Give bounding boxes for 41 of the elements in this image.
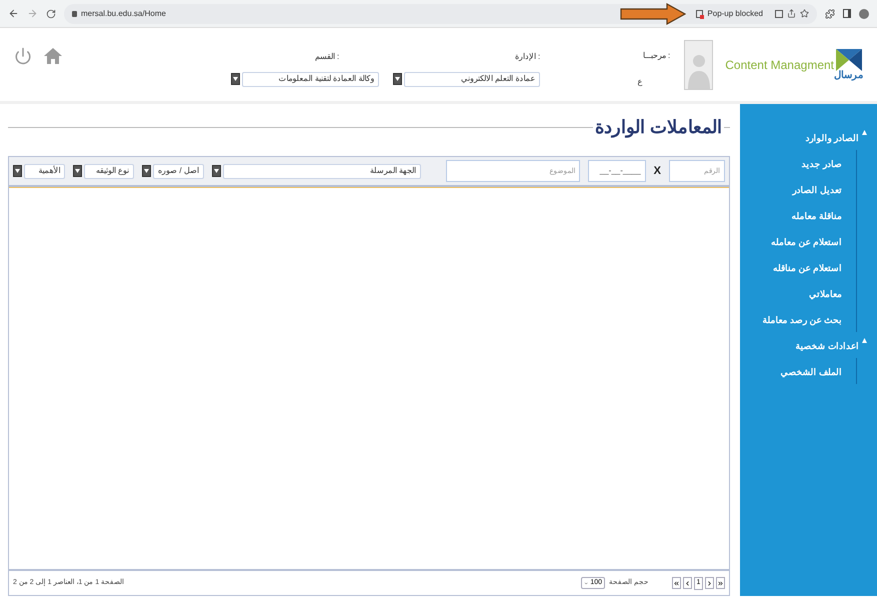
power-icon[interactable] <box>14 46 32 64</box>
expand-icon[interactable] <box>862 130 867 135</box>
address-bar[interactable]: mersal.bu.edu.sa/Home Pop-up blocked <box>64 4 817 24</box>
double-chevron-left-icon <box>673 580 680 586</box>
sidebar-icon[interactable] <box>843 9 851 18</box>
caret-icon[interactable] <box>142 165 152 177</box>
caret-icon[interactable] <box>393 73 402 85</box>
star-icon[interactable] <box>800 9 809 18</box>
next-page-button[interactable] <box>705 577 714 589</box>
caret-icon[interactable] <box>73 165 82 177</box>
logo-text: Content Managment <box>725 56 834 74</box>
reload-icon[interactable] <box>46 8 56 18</box>
profile-icon[interactable] <box>859 8 869 18</box>
back-icon[interactable] <box>8 8 19 19</box>
avatar <box>684 40 714 90</box>
popup-blocked-icon[interactable] <box>696 10 704 18</box>
caret-icon[interactable] <box>212 165 221 177</box>
date-field[interactable]: __-__-____ <box>588 160 646 182</box>
logo-icon <box>836 48 862 70</box>
chevron-left-icon <box>684 580 691 586</box>
clear-button[interactable]: X <box>654 162 662 180</box>
home-icon[interactable] <box>44 48 62 64</box>
last-page-button[interactable] <box>716 577 725 589</box>
caret-icon <box>584 580 588 586</box>
previous-page-button[interactable] <box>683 577 692 589</box>
first-page-button[interactable] <box>672 577 681 589</box>
caret-icon[interactable] <box>13 165 22 177</box>
arrow-drawing <box>620 3 686 25</box>
user-name: ع <box>637 76 642 88</box>
expand-icon[interactable] <box>862 338 867 343</box>
extensions-icon[interactable] <box>825 8 835 18</box>
double-chevron-right-icon <box>717 580 724 586</box>
welcome-label: مرحبـــا : <box>642 50 670 62</box>
chevron-right-icon <box>706 580 713 586</box>
logo-arabic: مرسال <box>834 70 863 80</box>
caret-icon[interactable] <box>231 73 240 85</box>
page-title: المعاملات الواردة <box>594 116 723 140</box>
field-label: القسم : <box>314 50 340 62</box>
share-icon[interactable] <box>787 9 796 18</box>
field-label: الإدارة : <box>514 50 540 62</box>
popup-notice[interactable]: Pop-up blocked <box>707 8 763 20</box>
